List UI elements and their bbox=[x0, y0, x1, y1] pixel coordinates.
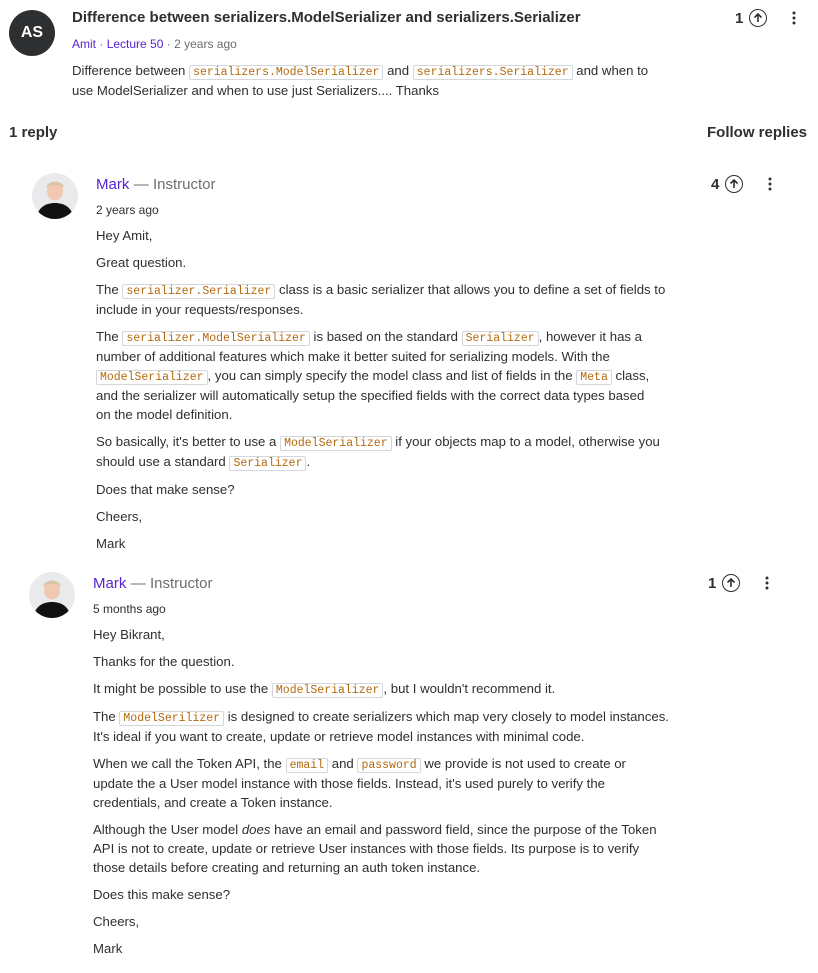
arrow-up-circle-icon[interactable] bbox=[722, 574, 741, 592]
reply-paragraph: Cheers, bbox=[96, 509, 143, 524]
instructor-role: — Instructor bbox=[130, 575, 213, 592]
question-vote[interactable]: 1 bbox=[735, 9, 768, 27]
reply-paragraph: Great question. bbox=[96, 255, 187, 270]
more-vertical-icon[interactable] bbox=[786, 10, 802, 26]
reply-author-link[interactable]: Mark bbox=[93, 575, 126, 592]
question-author-link[interactable]: Amit bbox=[72, 37, 96, 51]
code-snippet: Serializer bbox=[229, 456, 307, 471]
reply-vote[interactable]: 1 bbox=[708, 574, 741, 592]
code-snippet: email bbox=[285, 758, 329, 773]
reply-paragraph: It might be possible to use the ModelSer… bbox=[93, 681, 556, 698]
code-snippet: ModelSerilizer bbox=[119, 711, 225, 726]
question-meta: Amit · Lecture 50 · 2 years ago bbox=[72, 37, 237, 51]
reply-author: Mark — Instructor bbox=[96, 176, 215, 194]
more-vertical-icon[interactable] bbox=[759, 575, 775, 591]
code-snippet: serializers.Serializer bbox=[412, 65, 573, 80]
reply-paragraph: Mark bbox=[96, 536, 126, 551]
follow-replies-button[interactable]: Follow replies bbox=[707, 124, 807, 141]
reply-time: 5 months ago bbox=[93, 602, 166, 616]
code-snippet: ModelSerializer bbox=[96, 370, 208, 385]
code-snippet: password bbox=[357, 758, 421, 773]
code-snippet: ModelSerializer bbox=[271, 683, 384, 698]
question-avatar[interactable]: AS bbox=[9, 10, 55, 56]
reply-body: Hey Bikrant, Thanks for the question. It… bbox=[93, 625, 703, 958]
arrow-up-circle-icon[interactable] bbox=[749, 9, 768, 27]
question-title[interactable]: Difference between serializers.ModelSeri… bbox=[72, 9, 581, 26]
reply-paragraph: The serializer.ModelSerializer is based … bbox=[96, 329, 650, 422]
reply-paragraph: Mark bbox=[93, 941, 123, 956]
reply-author-link[interactable]: Mark bbox=[96, 176, 129, 193]
code-snippet: serializer.Serializer bbox=[122, 284, 276, 299]
avatar-initials: AS bbox=[20, 24, 44, 41]
code-snippet: serializers.ModelSerializer bbox=[189, 65, 384, 80]
reply-paragraph: Does that make sense? bbox=[96, 482, 235, 497]
reply-vote[interactable]: 4 bbox=[711, 175, 744, 193]
more-vertical-icon[interactable] bbox=[762, 176, 778, 192]
instructor-role: — Instructor bbox=[133, 176, 216, 193]
vote-count: 1 bbox=[735, 9, 744, 27]
reply-author: Mark — Instructor bbox=[93, 575, 212, 593]
code-snippet: Meta bbox=[576, 370, 612, 385]
code-snippet: ModelSerializer bbox=[280, 436, 392, 451]
question-lecture-link[interactable]: Lecture 50 bbox=[107, 37, 164, 51]
instructor-avatar[interactable] bbox=[29, 572, 75, 618]
reply-paragraph: The ModelSerilizer is designed to create… bbox=[93, 709, 669, 744]
code-snippet: Serializer bbox=[461, 331, 539, 346]
reply-paragraph: The serializer.Serializer class is a bas… bbox=[96, 282, 666, 317]
reply-paragraph: So basically, it's better to use a Model… bbox=[96, 434, 660, 471]
reply-paragraph: Cheers, bbox=[93, 914, 140, 929]
reply-paragraph: When we call the Token API, the email an… bbox=[93, 756, 626, 810]
reply-paragraph: Although the User model does have an ema… bbox=[93, 822, 657, 875]
vote-count: 1 bbox=[708, 574, 717, 592]
replies-count: 1 reply bbox=[9, 124, 58, 141]
instructor-avatar[interactable] bbox=[32, 173, 78, 219]
arrow-up-circle-icon[interactable] bbox=[725, 175, 744, 193]
question-body: Difference between serializers.ModelSeri… bbox=[72, 63, 649, 98]
vote-count: 4 bbox=[711, 175, 720, 193]
code-snippet: serializer.ModelSerializer bbox=[122, 331, 310, 346]
reply-paragraph: Hey Bikrant, bbox=[93, 627, 165, 642]
reply-paragraph: Hey Amit, bbox=[96, 228, 153, 243]
reply-time: 2 years ago bbox=[96, 203, 159, 217]
question-time: 2 years ago bbox=[174, 37, 237, 51]
reply-paragraph: Thanks for the question. bbox=[93, 654, 235, 669]
reply-body: Hey Amit, Great question. The serializer… bbox=[96, 226, 706, 553]
reply-paragraph: Does this make sense? bbox=[93, 887, 231, 902]
